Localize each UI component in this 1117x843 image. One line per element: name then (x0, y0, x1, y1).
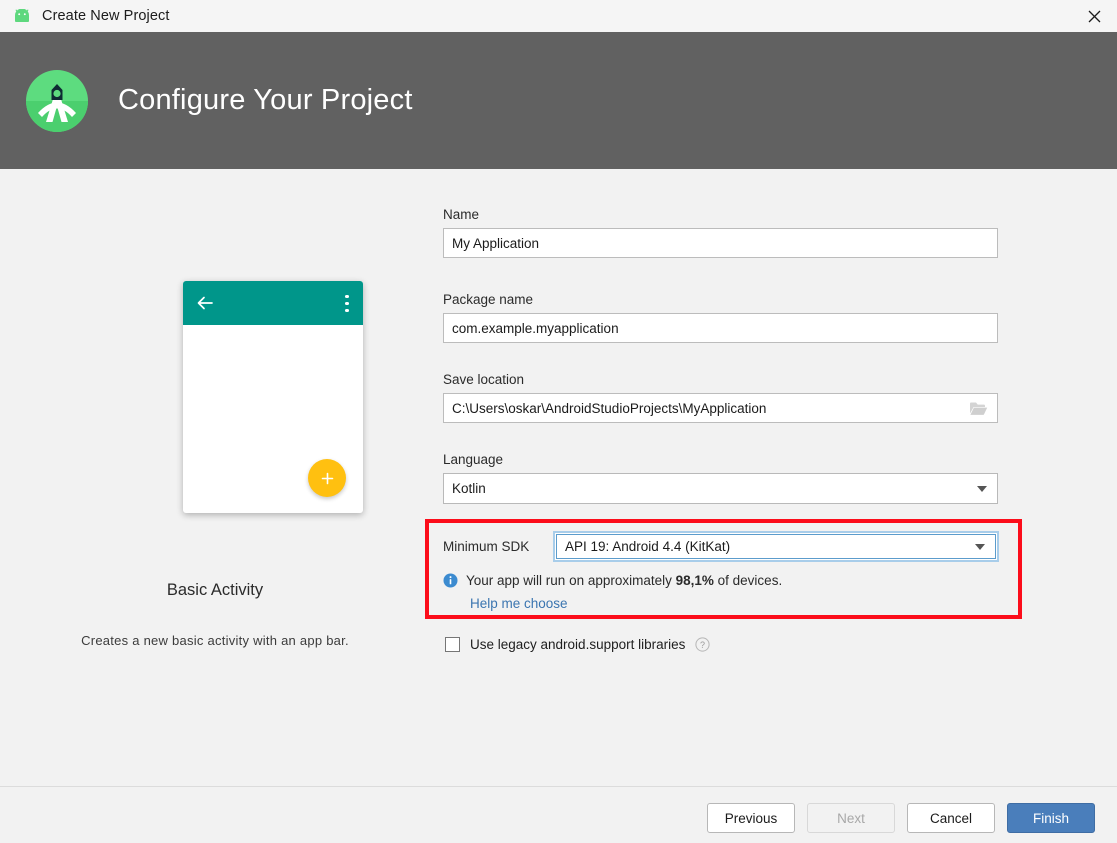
dialog-body: Basic Activity Creates a new basic activ… (0, 169, 1117, 786)
close-icon[interactable] (1071, 0, 1117, 32)
save-location-input-value: C:\Users\oskar\AndroidStudioProjects\MyA… (452, 401, 967, 416)
template-preview-panel: Basic Activity Creates a new basic activ… (0, 169, 430, 786)
legacy-libraries-label[interactable]: Use legacy android.support libraries (470, 637, 685, 652)
sdk-coverage-percent: 98,1% (676, 573, 714, 588)
name-input-value: My Application (452, 236, 989, 251)
name-input[interactable]: My Application (443, 228, 998, 258)
language-label: Language (443, 452, 998, 467)
field-name: Name My Application (443, 207, 998, 258)
help-circle-icon[interactable]: ? (695, 637, 710, 652)
header-banner: Configure Your Project (0, 32, 1117, 169)
dialog-footer: Previous Next Cancel Finish (0, 786, 1117, 843)
language-select[interactable]: Kotlin (443, 473, 998, 504)
sdk-coverage-info: Your app will run on approximately 98,1%… (443, 573, 782, 588)
preview-appbar (183, 281, 363, 325)
field-package-name: Package name com.example.myapplication (443, 292, 998, 343)
name-label: Name (443, 207, 998, 222)
template-description: Creates a new basic activity with an app… (0, 633, 430, 648)
window-title: Create New Project (42, 8, 170, 24)
cancel-button[interactable]: Cancel (907, 803, 995, 833)
dialog-button-row: Previous Next Cancel Finish (707, 803, 1095, 833)
language-select-value: Kotlin (452, 481, 977, 496)
chevron-down-icon (977, 486, 987, 492)
chevron-down-icon (975, 544, 985, 550)
android-robot-icon (12, 6, 32, 26)
minimum-sdk-label: Minimum SDK (443, 539, 553, 554)
template-name: Basic Activity (0, 581, 430, 600)
sdk-coverage-text: Your app will run on approximately 98,1%… (466, 573, 782, 588)
previous-button[interactable]: Previous (707, 803, 795, 833)
package-name-label: Package name (443, 292, 998, 307)
field-save-location: Save location C:\Users\oskar\AndroidStud… (443, 372, 998, 423)
finish-button[interactable]: Finish (1007, 803, 1095, 833)
page-title: Configure Your Project (118, 84, 413, 117)
field-minimum-sdk: Minimum SDK API 19: Android 4.4 (KitKat) (443, 531, 999, 562)
android-studio-logo-icon (26, 70, 88, 132)
create-new-project-dialog: Create New Project Configure Your Projec… (0, 0, 1117, 843)
minimum-sdk-select-value: API 19: Android 4.4 (KitKat) (565, 539, 975, 554)
field-language: Language Kotlin (443, 452, 998, 504)
folder-open-icon[interactable] (967, 397, 989, 419)
legacy-libraries-row: Use legacy android.support libraries ? (445, 637, 710, 652)
window-titlebar: Create New Project (0, 0, 1117, 32)
activity-preview-thumbnail (183, 281, 363, 513)
sdk-coverage-prefix: Your app will run on approximately (466, 573, 676, 588)
package-name-input-value: com.example.myapplication (452, 321, 989, 336)
info-icon (443, 573, 458, 588)
package-name-input[interactable]: com.example.myapplication (443, 313, 998, 343)
save-location-input[interactable]: C:\Users\oskar\AndroidStudioProjects\MyA… (443, 393, 998, 423)
plus-icon (308, 459, 346, 497)
legacy-libraries-checkbox[interactable] (445, 637, 460, 652)
save-location-label: Save location (443, 372, 998, 387)
svg-text:?: ? (700, 640, 705, 650)
overflow-menu-icon (345, 295, 349, 312)
next-button: Next (807, 803, 895, 833)
help-me-choose-link[interactable]: Help me choose (470, 596, 568, 611)
minimum-sdk-select[interactable]: API 19: Android 4.4 (KitKat) (553, 531, 999, 562)
sdk-coverage-suffix: of devices. (714, 573, 782, 588)
arrow-back-icon (196, 294, 214, 312)
